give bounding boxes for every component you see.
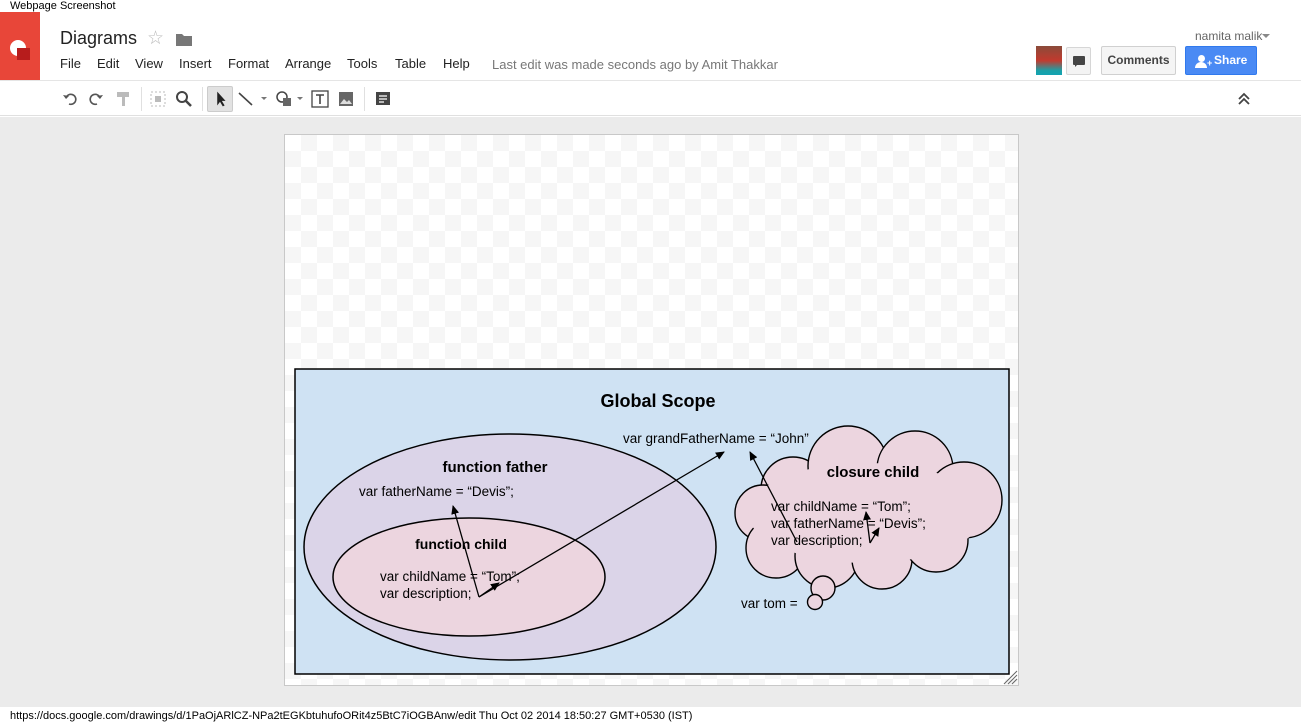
screenshot-url-caption: https://docs.google.com/drawings/d/1PaOj… bbox=[10, 710, 693, 722]
grandfather-var: var grandFatherName = “John” bbox=[623, 431, 809, 446]
closure-var-description: var description; bbox=[771, 533, 863, 548]
closure-child-title: closure child bbox=[827, 464, 920, 481]
diagram[interactable]: Global Scope var grandFatherName = “John… bbox=[0, 0, 1301, 721]
tom-var: var tom = bbox=[741, 596, 798, 611]
closure-var-name: var childName = “Tom”; bbox=[771, 499, 911, 514]
global-scope-title: Global Scope bbox=[600, 391, 715, 411]
father-var: var fatherName = “Devis”; bbox=[359, 484, 514, 499]
closure-var-father: var fatherName = “Devis”; bbox=[771, 516, 926, 531]
child-var-name: var childName = “Tom”; bbox=[380, 569, 520, 584]
function-father-title: function father bbox=[443, 459, 548, 476]
child-var-description: var description; bbox=[380, 586, 472, 601]
function-child-title: function child bbox=[415, 536, 507, 552]
